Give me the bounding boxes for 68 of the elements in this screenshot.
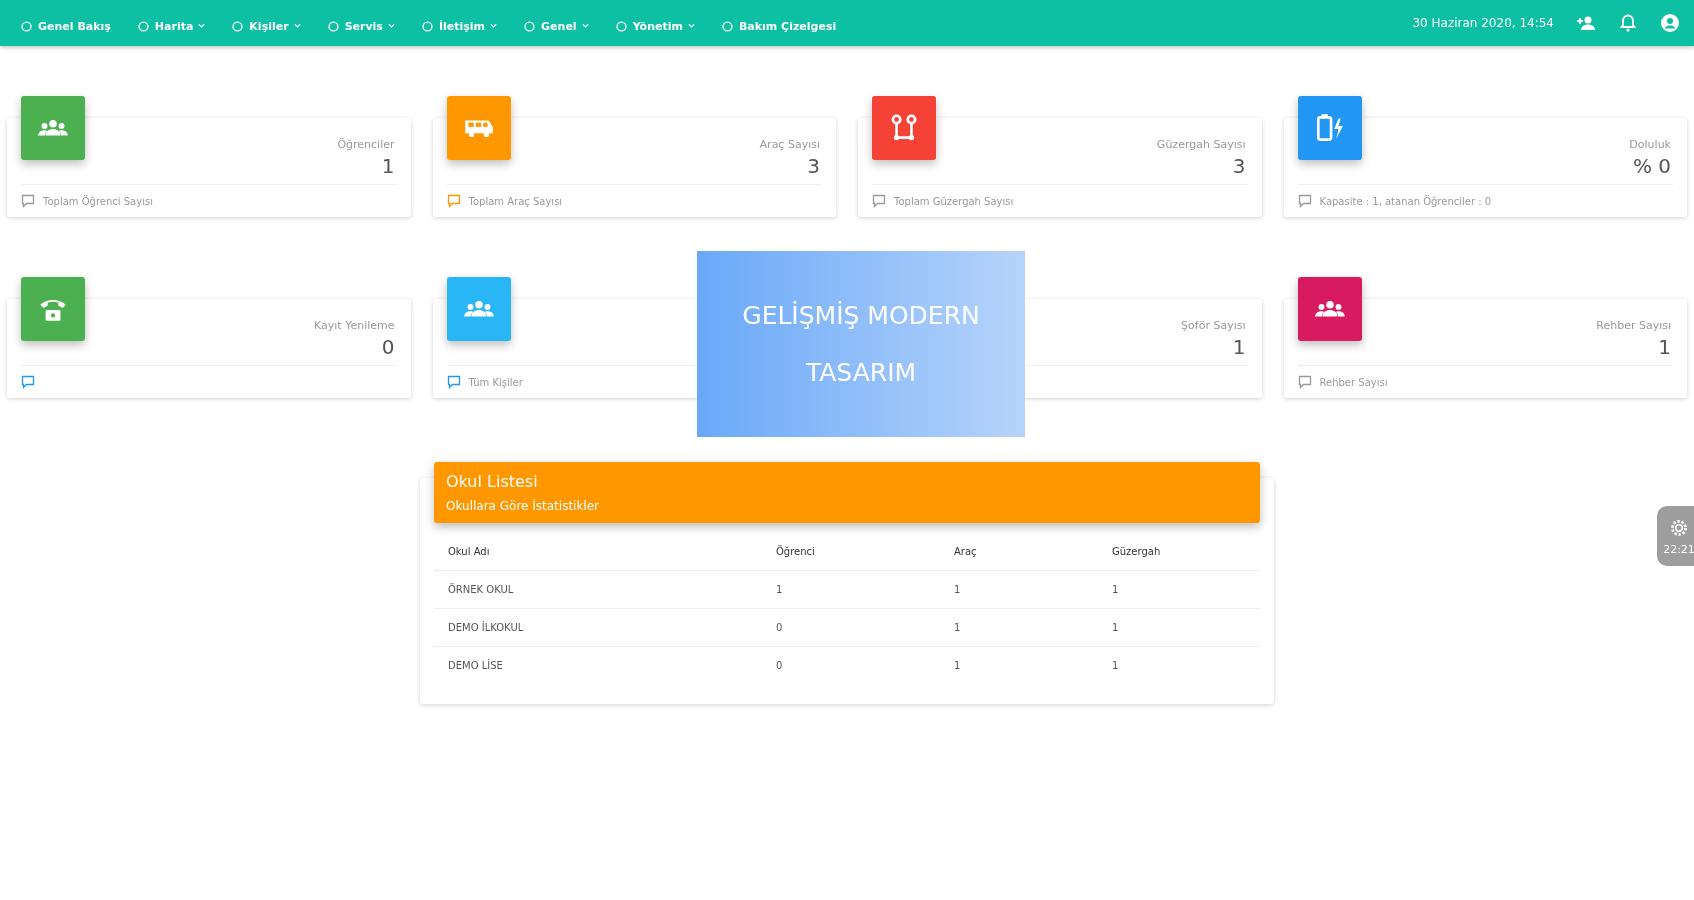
table-cell: 1 [1098,570,1260,609]
column-header: Araç [940,533,1098,571]
nav-menu-item[interactable]: İletişim [420,19,498,33]
table-cell: DEMO İLKOKUL [434,608,762,647]
stat-label: Doluluk [1629,138,1671,151]
card-subtitle: Okullara Göre İstatistikler [446,499,601,513]
table-cell: 1 [940,570,1098,609]
stat-caption: Toplam Araç Sayısı [468,195,563,207]
circle-icon [231,19,245,33]
nav-menu-item[interactable]: Kişiler [231,19,301,33]
table-cell: 1 [940,646,1098,684]
stat-label: Şoför Sayısı [1181,319,1246,332]
stat-caption: Kapasite : 1, atanan Öğrenciler : 0 [1319,195,1492,207]
stat-value: 3 [807,154,820,178]
account-icon[interactable] [1660,13,1680,33]
stat-caption: Tüm Kişiler [468,376,523,388]
table-cell: 1 [1098,646,1260,684]
stat-value: % 0 [1632,154,1671,178]
message-icon [446,375,461,389]
circle-icon [136,19,150,33]
message-icon [21,194,35,208]
nav-menu-item[interactable]: Genel [523,19,589,33]
nav-menu-item[interactable]: Servis [326,19,395,33]
card-title: Okul Listesi [446,472,539,491]
stat-value: 3 [1232,154,1246,178]
circle-icon [720,19,734,33]
stat-value: 1 [1658,335,1671,359]
circle-icon [420,19,434,33]
bell-icon[interactable] [1618,13,1638,33]
banner-text: TASARIM [805,358,917,387]
stat-caption: Toplam Öğrenci Sayısı [43,195,153,207]
column-header: Öğrenci [762,533,940,571]
nav-menu-item[interactable]: Harita [136,19,206,33]
table-cell: 1 [940,608,1098,647]
stat-value: 1 [381,154,395,178]
table-cell: DEMO LİSE [434,646,762,684]
table-cell: 0 [762,608,940,647]
message-icon [1297,375,1312,389]
date-time: 30 Haziran 2020, 14:54 [1412,16,1554,30]
stat-label: Kayıt Yenileme [314,319,395,332]
message-icon [1297,194,1312,208]
circle-icon [20,19,33,33]
stat-label: Rehber Sayısı [1596,319,1671,332]
table-cell: 1 [1098,608,1260,647]
message-icon [446,194,461,208]
stat-value: 1 [1232,335,1246,359]
nav-menu-item[interactable]: Bakım Çizelgesi [720,19,837,33]
stat-label: Araç Sayısı [759,138,820,151]
message-icon [21,375,35,389]
stat-label: Öğrenciler [337,138,395,151]
circle-icon [326,19,340,33]
stat-caption: Toplam Güzergah Sayısı [894,195,1014,207]
table-cell: ÖRNEK OKUL [434,570,762,609]
circle-icon [614,19,628,33]
circle-icon [523,19,537,33]
banner-text: GELİŞMİŞ MODERN [742,301,980,330]
message-icon [872,194,886,208]
column-header: Okul Adı [434,533,762,571]
stat-value: 0 [381,335,395,359]
nav-menu-item[interactable]: Yönetim [614,19,695,33]
nav-menu-item[interactable]: Genel Bakış [20,19,111,33]
table-cell: 0 [762,646,940,684]
column-header: Güzergah [1098,533,1260,571]
stat-label: Güzergah Sayısı [1156,138,1246,151]
settings-widget[interactable]: 22:21 [1657,506,1694,566]
stat-caption: Rehber Sayısı [1319,376,1388,388]
settings-time: 22:21 [1663,542,1694,556]
table-cell: 1 [762,570,940,609]
